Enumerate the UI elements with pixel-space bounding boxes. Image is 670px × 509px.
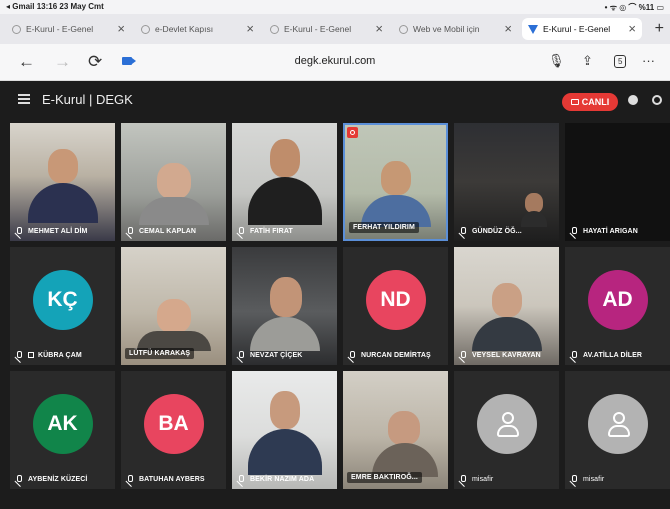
browser-tab-1[interactable]: E-Kurul - E-Genel × <box>6 18 131 40</box>
live-badge[interactable]: CANLI <box>562 93 618 111</box>
participant-label: misafir <box>571 475 604 483</box>
recording-icon <box>347 127 358 138</box>
microphone-off-icon <box>460 351 466 359</box>
tab-favicon-icon <box>270 24 279 34</box>
participant-tile[interactable]: BA BATUHAN AYBERS <box>121 371 226 489</box>
close-tab-icon[interactable]: × <box>504 22 512 35</box>
microphone-off-icon <box>127 475 133 483</box>
participant-tile[interactable]: MEHMET ALİ DİM <box>10 123 115 241</box>
person-icon <box>494 411 520 438</box>
participant-label: HAYATİ ARIGAN <box>571 227 638 235</box>
account-icon[interactable] <box>652 95 662 105</box>
microphone-off-icon <box>571 351 577 359</box>
participant-tile[interactable]: misafir <box>565 371 670 489</box>
microphone-off-icon <box>16 227 22 235</box>
participant-tile[interactable]: misafir <box>454 371 559 489</box>
participant-label: GÜNDÜZ ÖĞ... <box>460 227 522 235</box>
participant-tile-speaking[interactable]: FERHAT YILDIRIM <box>343 123 448 241</box>
more-menu-icon[interactable]: ··· <box>642 53 655 68</box>
status-right: • ᯤ ◎ ⌒ %11 ▭ <box>604 3 664 12</box>
participant-label: MEHMET ALİ DİM <box>16 227 87 235</box>
participant-avatar: ND <box>365 270 426 331</box>
microphone-off-icon <box>16 351 22 359</box>
microphone-off-icon <box>238 227 244 235</box>
url-field[interactable]: degk.ekurul.com <box>0 55 670 67</box>
live-recording-icon <box>570 99 579 105</box>
browser-tab-3[interactable]: E-Kurul - E-Genel × <box>264 18 389 40</box>
microphone-off-icon <box>571 475 577 483</box>
participant-tile[interactable]: AK AYBENİZ KÜZECİ <box>10 371 115 489</box>
participant-label: VEYSEL KAVRAYAN <box>460 351 541 359</box>
participant-tile[interactable]: KÇ KÜBRA ÇAM <box>10 247 115 365</box>
participant-tile[interactable]: BEKİR NAZIM ADA <box>232 371 337 489</box>
participant-tile[interactable]: NEVZAT ÇİÇEK <box>232 247 337 365</box>
browser-tab-4[interactable]: Web ve Mobil için × <box>393 18 518 40</box>
guest-avatar <box>587 394 648 455</box>
tab-favicon-icon <box>141 24 150 34</box>
participant-label: KÜBRA ÇAM <box>16 351 82 359</box>
participant-label: CEMAL KAPLAN <box>127 227 196 235</box>
share-icon[interactable]: ⇪ <box>582 53 593 69</box>
participant-label: NEVZAT ÇİÇEK <box>238 351 302 359</box>
participant-tile[interactable]: AD AV.ATİLLA DİLER <box>565 247 670 365</box>
participant-label: LÜTFÜ KARAKAŞ <box>125 348 195 359</box>
microphone-off-icon <box>349 351 355 359</box>
status-left: ◂ Gmail 13:16 23 May Cmt <box>6 2 104 11</box>
close-tab-icon[interactable]: × <box>375 22 383 35</box>
participant-label: NURCAN DEMİRTAŞ <box>349 351 431 359</box>
participant-label: BATUHAN AYBERS <box>127 475 205 483</box>
microphone-off-icon <box>571 227 577 235</box>
participant-label: misafir <box>460 475 493 483</box>
close-tab-icon[interactable]: × <box>246 22 254 35</box>
participant-tile[interactable]: HAYATİ ARIGAN <box>565 123 670 241</box>
participant-label: AYBENİZ KÜZECİ <box>16 475 87 483</box>
participant-tile[interactable]: FATİH FIRAT <box>232 123 337 241</box>
browser-tab-2[interactable]: e-Devlet Kapısı × <box>135 18 260 40</box>
address-bar: ← → ⟳ degk.ekurul.com 🎙 ⇪ 5 ··· <box>0 44 670 81</box>
microphone-off-icon <box>16 475 22 483</box>
tab-count-button[interactable]: 5 <box>614 55 627 68</box>
participant-avatar: BA <box>143 394 204 455</box>
participant-label: FATİH FIRAT <box>238 227 293 235</box>
ios-status-bar: ◂ Gmail 13:16 23 May Cmt • ᯤ ◎ ⌒ %11 ▭ <box>0 0 670 14</box>
close-tab-icon[interactable]: × <box>117 22 125 35</box>
checkbox-icon <box>28 352 34 358</box>
tab-favicon-icon <box>12 24 21 34</box>
participant-tile[interactable]: GÜNDÜZ ÖĞ... <box>454 123 559 241</box>
app-top-bar: E-Kurul | DEGK CANLI <box>0 81 670 121</box>
menu-icon[interactable] <box>18 94 30 104</box>
app-title: E-Kurul | DEGK <box>42 92 133 107</box>
microphone-off-icon <box>127 227 133 235</box>
microphone-off-icon <box>238 475 244 483</box>
participant-tile[interactable]: ND NURCAN DEMİRTAŞ <box>343 247 448 365</box>
participant-tile[interactable]: VEYSEL KAVRAYAN <box>454 247 559 365</box>
participant-label: FERHAT YILDIRIM <box>349 222 419 233</box>
participant-tile[interactable]: LÜTFÜ KARAKAŞ <box>121 247 226 365</box>
participant-label: AV.ATİLLA DİLER <box>571 351 642 359</box>
participant-avatar: KÇ <box>32 270 93 331</box>
guest-avatar <box>476 394 537 455</box>
microphone-off-icon <box>460 475 466 483</box>
new-tab-icon[interactable]: + <box>655 20 664 38</box>
person-icon <box>605 411 631 438</box>
participant-label: EMRE BAKTIROĞ... <box>347 472 422 483</box>
close-tab-icon[interactable]: × <box>628 22 636 35</box>
microphone-icon[interactable]: 🎙 <box>548 53 565 69</box>
participant-avatar: AK <box>32 394 93 455</box>
participant-tile[interactable]: EMRE BAKTIROĞ... <box>343 371 448 489</box>
info-icon[interactable] <box>628 95 638 105</box>
meeting-app: E-Kurul | DEGK CANLI MEHMET ALİ DİM CEMA… <box>0 81 670 509</box>
tab-favicon-icon <box>399 24 408 34</box>
participant-label: BEKİR NAZIM ADA <box>238 475 314 483</box>
microphone-off-icon <box>238 351 244 359</box>
browser-tab-active[interactable]: E-Kurul - E-Genel × <box>522 18 642 40</box>
participant-avatar: AD <box>587 270 648 331</box>
tab-favicon-icon <box>528 24 538 34</box>
participant-tile[interactable]: CEMAL KAPLAN <box>121 123 226 241</box>
microphone-off-icon <box>460 227 466 235</box>
browser-tab-bar: E-Kurul - E-Genel × e-Devlet Kapısı × E-… <box>0 14 670 44</box>
